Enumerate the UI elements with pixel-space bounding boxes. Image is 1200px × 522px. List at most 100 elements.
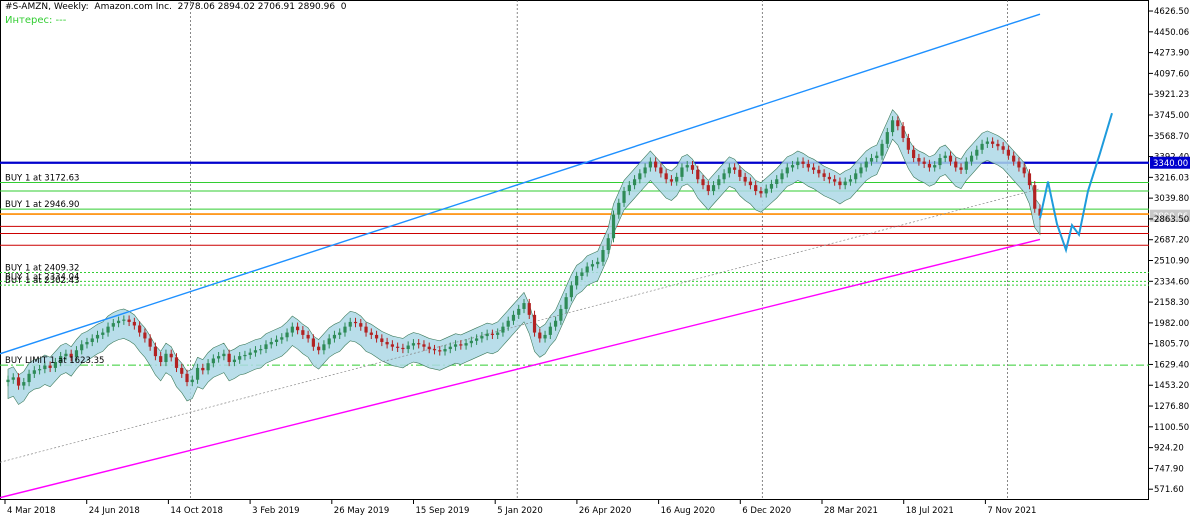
candle-body: [896, 120, 900, 127]
x-axis: 4 Mar 2018 24 Jun 2018 14 Oct 2018 3 Feb 20…: [4, 500, 1036, 516]
candle-body: [459, 344, 463, 346]
candle-body: [717, 179, 721, 186]
candle-body: [148, 338, 152, 347]
candle-body: [927, 163, 932, 168]
candle-body: [169, 353, 173, 358]
candle-body: [406, 345, 410, 350]
x-tick-label: 16 Aug 2020: [661, 506, 715, 516]
candle-body: [301, 330, 305, 335]
candle-body: [833, 179, 837, 182]
candle-body: [374, 334, 379, 339]
candle-body: [364, 326, 368, 333]
candle-body: [769, 183, 774, 189]
candle-body: [396, 346, 400, 348]
candle-body: [796, 161, 800, 166]
candle-body: [790, 165, 795, 168]
candle-body: [996, 143, 1000, 147]
candle-body: [785, 167, 789, 174]
candle-body: [32, 370, 36, 374]
candle-body: [422, 344, 426, 347]
candle-body: [675, 176, 679, 182]
x-tick-label: 28 Mar 2021: [824, 506, 878, 516]
y-tick-label: 2687.20: [1154, 236, 1189, 246]
candle-body: [727, 167, 731, 174]
candle-body: [211, 358, 215, 364]
y-axis: 2890.964626.504450.064273.904097.603921.…: [1149, 7, 1190, 495]
candle-body: [827, 176, 831, 180]
candle-body: [248, 352, 252, 355]
candle-body: [517, 308, 521, 315]
candle-body: [453, 344, 458, 347]
y-tick-label: 3039.80: [1154, 194, 1189, 204]
candle-body: [654, 161, 658, 168]
candle-body: [259, 349, 263, 351]
candle-body: [432, 349, 437, 351]
resistance-price-label: 3340.00: [1153, 159, 1188, 169]
candle-body: [101, 332, 105, 335]
y-tick-label: 1982.00: [1154, 319, 1189, 329]
candle-body: [690, 165, 695, 170]
candle-body: [664, 173, 668, 180]
candle-body: [127, 319, 131, 322]
candle-body: [90, 338, 94, 342]
interest-label: Интерес: ---: [5, 15, 67, 26]
candle-body: [880, 143, 884, 156]
candle-body: [838, 181, 842, 186]
candle-body: [501, 326, 505, 333]
plot-frame: [0, 0, 1149, 500]
candle-body: [711, 185, 716, 192]
candle-body: [964, 161, 968, 170]
y-tick-label: 1805.70: [1154, 340, 1189, 350]
candle-body: [559, 308, 563, 321]
candle-body: [506, 320, 510, 327]
candle-body: [527, 303, 531, 315]
x-tick-label: 26 May 2019: [334, 506, 389, 516]
candle-body: [253, 350, 258, 353]
order-level-label: BUY 1 at 3172.63: [5, 173, 79, 183]
y-tick-label: 4273.90: [1154, 49, 1189, 59]
candle-body: [95, 334, 100, 339]
candle-body: [111, 323, 115, 327]
candle-body: [185, 373, 189, 383]
candle-body: [511, 314, 516, 321]
candle-body: [1027, 173, 1032, 186]
candle-body: [343, 326, 347, 333]
candle-body: [295, 326, 300, 331]
x-tick-label: 6 Dec 2020: [742, 506, 791, 516]
candle-body: [243, 354, 247, 357]
candle-body: [543, 334, 547, 339]
candle-body: [706, 185, 710, 192]
candle-body: [775, 179, 779, 184]
candle-body: [180, 367, 184, 374]
y-tick-label: 4626.50: [1154, 7, 1189, 17]
candle-body: [1022, 167, 1026, 174]
candle-body: [817, 169, 821, 174]
candle-body: [685, 165, 689, 168]
x-tick-label: 24 Jun 2018: [89, 506, 140, 516]
candle-body: [238, 356, 242, 360]
candle-body: [948, 155, 953, 162]
candle-body: [80, 344, 84, 351]
candle-body: [733, 167, 737, 170]
candle-body: [22, 382, 26, 386]
candle-body: [553, 320, 558, 327]
order-level-label: BUY 1 at 2302.43: [5, 276, 79, 286]
candle-body: [843, 181, 847, 186]
candle-body: [306, 334, 310, 339]
candle-body: [280, 337, 284, 340]
candle-body: [190, 379, 194, 383]
candle-body: [327, 338, 331, 345]
candle-body: [532, 314, 537, 333]
candle-body: [464, 343, 468, 346]
y-tick-label: 2863.50: [1154, 215, 1189, 225]
x-tick-label: 18 Jul 2021: [906, 506, 954, 516]
candle-body: [743, 176, 747, 182]
candle-body: [222, 353, 226, 357]
chart-header: #S-AMZN, Weekly: Amazon.com Inc. 2778.06…: [5, 2, 347, 12]
candle-body: [601, 250, 605, 262]
y-tick-label: 747.90: [1154, 464, 1184, 474]
candle-body: [564, 297, 568, 309]
candle-body: [132, 321, 136, 326]
y-tick-label: 4450.06: [1154, 28, 1189, 38]
candle-body: [1012, 155, 1016, 162]
